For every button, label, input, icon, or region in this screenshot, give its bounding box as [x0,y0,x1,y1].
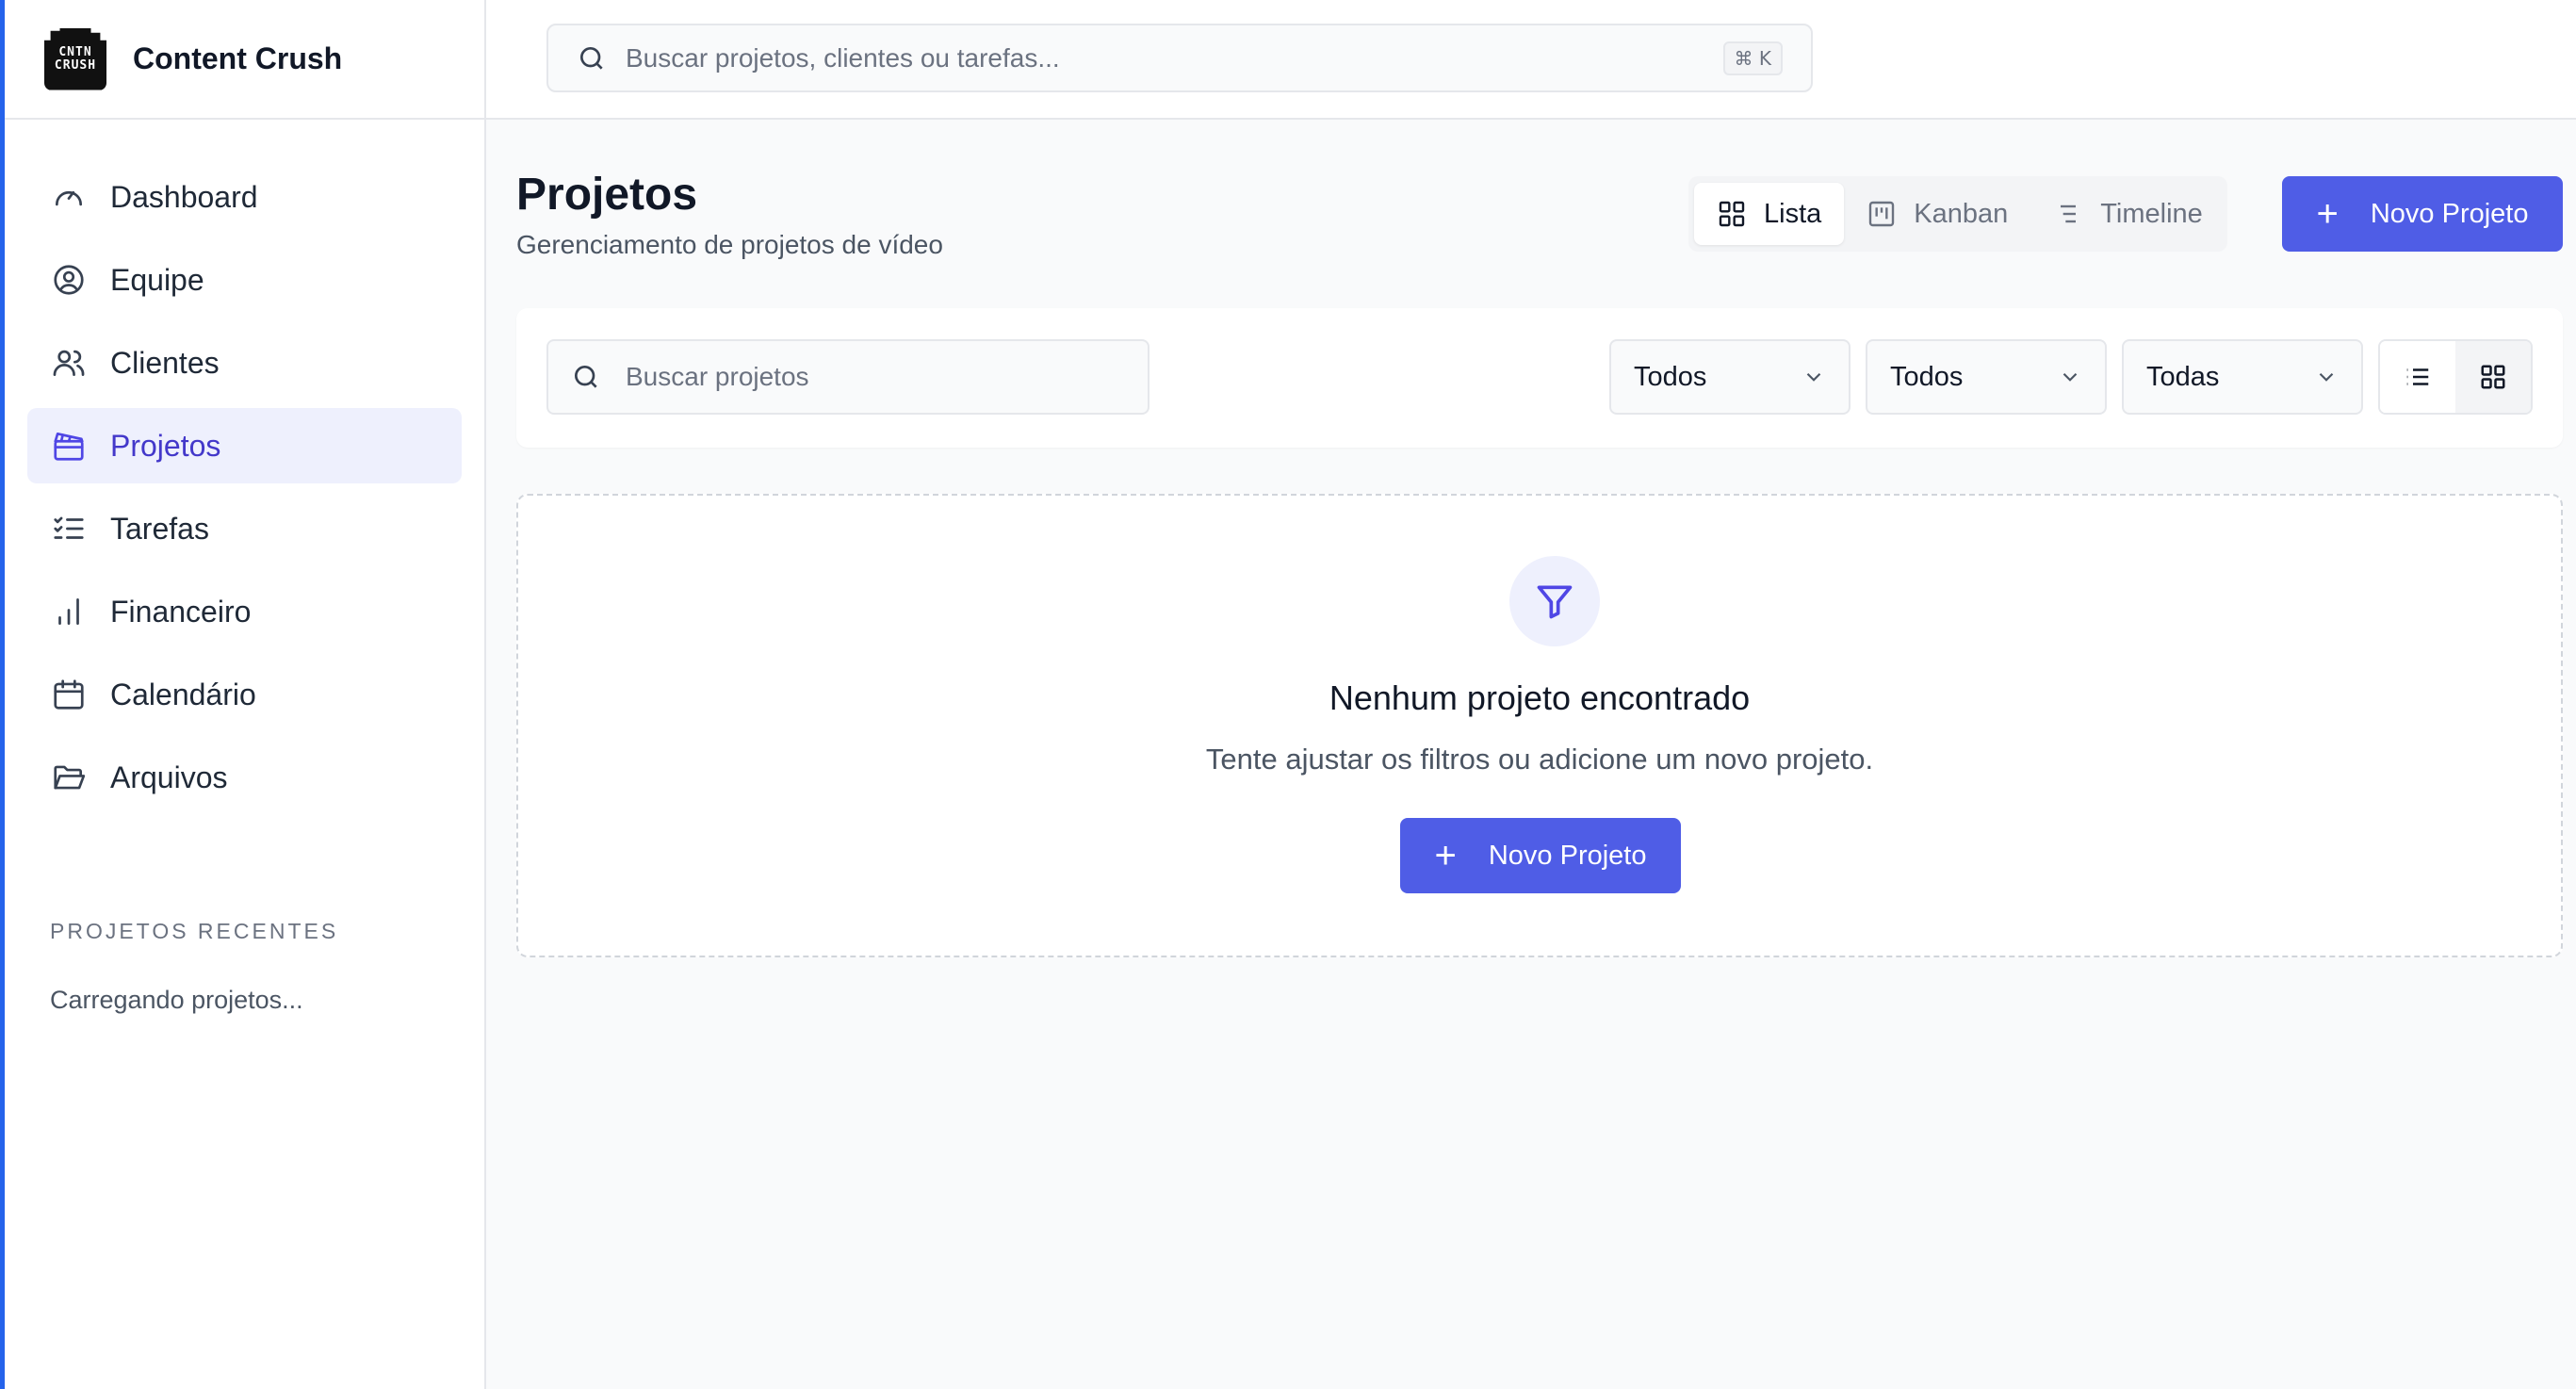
app: CNTN CRUSH Content Crush Dashboard Equip… [0,0,2576,1389]
tab-label: Lista [1764,198,1822,229]
sidebar-item-financeiro[interactable]: Financeiro [27,574,462,649]
gauge-icon [50,178,88,216]
timeline-icon [2061,204,2077,223]
empty-state-button-label: Novo Projeto [1488,840,1647,871]
sidebar-nav: Dashboard Equipe Clientes Projetos Taref… [5,120,484,815]
sidebar-item-label: Financeiro [110,594,252,629]
chevron-down-icon [2319,372,2334,382]
sidebar-item-calendario[interactable]: Calendário [27,657,462,732]
chevron-down-icon [1806,372,1821,382]
logo-text-line1: CNTN [58,44,92,59]
sidebar-item-label: Arquivos [110,760,228,794]
select-value: Todos [1634,361,1707,392]
view-switcher: Lista Kanban Timeline [1688,176,2227,252]
folder-open-icon [50,759,88,796]
keyboard-shortcut-badge: ⌘ K [1722,41,1783,75]
empty-state-new-project-button[interactable]: + Novo Projeto [1400,818,1681,893]
sidebar-item-dashboard[interactable]: Dashboard [27,159,462,235]
bar-chart-icon [50,593,88,630]
tab-label: Kanban [1914,198,2009,229]
recent-projects-heading: PROJETOS RECENTES [50,919,339,943]
empty-state-title: Nenhum projeto encontrado [1329,678,1751,717]
page-title: Projetos [516,170,698,220]
select-value: Todas [2146,361,2220,392]
sidebar-item-projetos[interactable]: Projetos [27,408,462,483]
sidebar-item-label: Tarefas [110,511,209,546]
sidebar-item-label: Dashboard [110,179,258,214]
chevron-down-icon [2062,372,2078,382]
filter-bar: Todos Todos Todas [516,308,2563,448]
main-content: Projetos Gerenciamento de projetos de ví… [486,120,2576,1389]
list-icon [2406,368,2429,385]
project-search-input[interactable] [626,362,1148,392]
tab-lista[interactable]: Lista [1694,183,1845,245]
sidebar-item-clientes[interactable]: Clientes [27,325,462,400]
client-filter-select[interactable]: Todos [1866,339,2107,415]
sidebar-item-equipe[interactable]: Equipe [27,242,462,318]
priority-filter-select[interactable]: Todas [2122,339,2363,415]
logo-text-line2: CRUSH [54,57,97,73]
new-project-label: Novo Projeto [2370,198,2529,229]
sidebar-item-label: Clientes [110,345,220,380]
select-value: Todos [1890,361,1964,392]
calendar-icon [50,676,88,713]
new-project-button[interactable]: + Novo Projeto [2282,176,2563,252]
filter-icon [1509,556,1600,646]
sidebar-item-arquivos[interactable]: Arquivos [27,740,462,815]
project-search[interactable] [546,339,1149,415]
brand-logo: CNTN CRUSH [44,27,106,90]
grid-layout-button[interactable] [2455,341,2531,413]
recent-projects-loading: Carregando projetos... [50,986,303,1014]
grid-icon [2481,365,2505,389]
list-checks-icon [50,510,88,547]
user-circle-icon [50,261,88,299]
tab-kanban[interactable]: Kanban [1844,183,2030,245]
list-layout-button[interactable] [2380,341,2455,413]
tab-timeline[interactable]: Timeline [2030,183,2225,245]
global-search-input[interactable] [626,42,1723,74]
status-filter-select[interactable]: Todos [1609,339,1850,415]
sidebar-item-label: Equipe [110,262,204,297]
brand-name: Content Crush [133,41,343,75]
page-subtitle: Gerenciamento de projetos de vídeo [516,230,943,259]
sidebar-item-label: Calendário [110,677,256,711]
plus-icon: + [1434,834,1457,876]
tab-label: Timeline [2100,198,2203,229]
clapperboard-icon [50,427,88,465]
global-search[interactable]: ⌘ K [546,24,1813,92]
layout-toggle [2378,339,2533,415]
empty-state: Nenhum projeto encontrado Tente ajustar … [516,494,2563,957]
brand[interactable]: CNTN CRUSH Content Crush [5,0,484,120]
users-icon [50,344,88,382]
search-icon [580,46,603,70]
plus-icon: + [2316,192,2339,235]
search-icon [575,366,597,388]
empty-state-subtitle: Tente ajustar os filtros ou adicione um … [1205,743,1874,776]
topbar: ⌘ K [486,0,2576,120]
kanban-icon [1869,201,1895,227]
sidebar: CNTN CRUSH Content Crush Dashboard Equip… [5,0,486,1389]
sidebar-item-tarefas[interactable]: Tarefas [27,491,462,566]
grid-icon [1719,201,1745,227]
sidebar-item-label: Projetos [110,428,221,463]
